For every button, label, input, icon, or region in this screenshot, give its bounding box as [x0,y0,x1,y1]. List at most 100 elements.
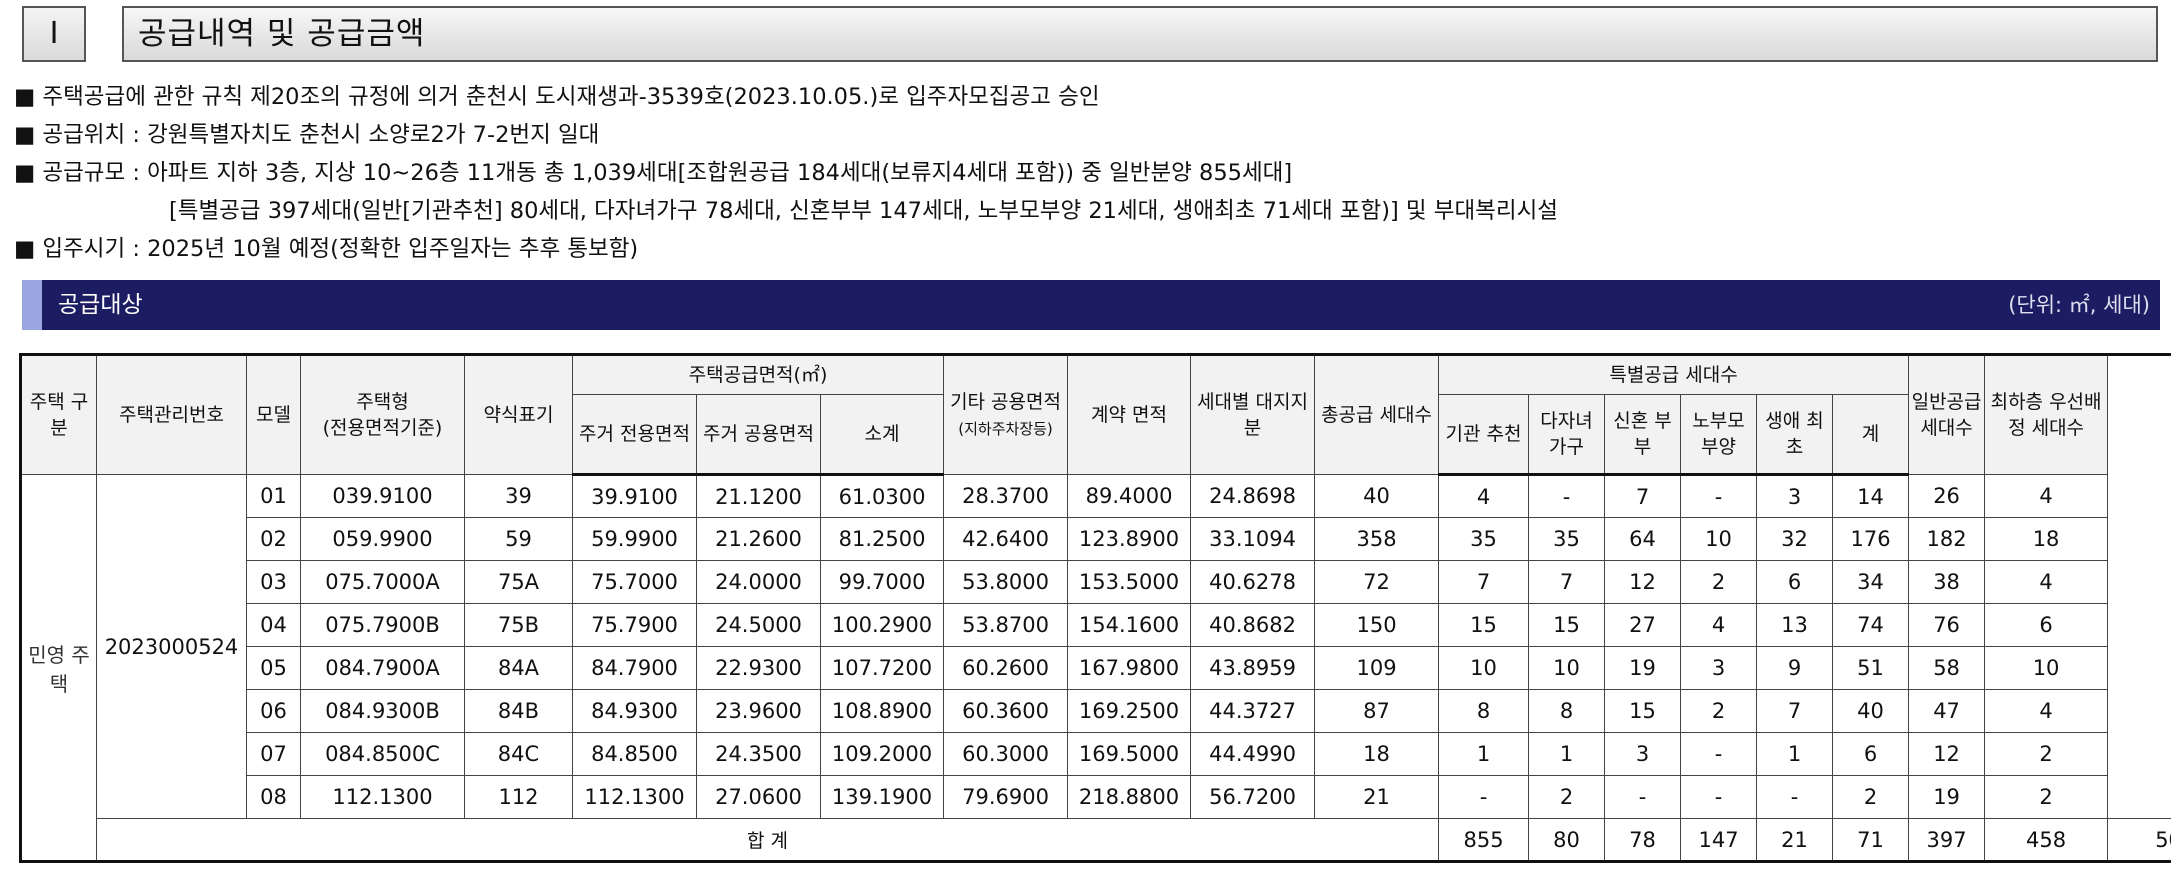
table-cell: 64 [1604,517,1682,561]
table-cell: 059.9900 [300,517,465,561]
table-cell: 21.1200 [696,474,821,518]
table-cell: 27 [1604,603,1682,647]
table-cell: 76 [1908,603,1986,647]
table-cell: 6 [1984,603,2109,647]
header-common-area: 주거 공용면적 [696,394,821,476]
table-cell: 107.7200 [819,646,945,690]
table-cell: 7 [1604,474,1682,518]
header-special-supply: 특별공급 세대수 [1438,354,1910,395]
table-cell: 84.9300 [572,689,697,733]
table-cell: - [1438,775,1530,819]
table-cell: 154.1600 [1067,603,1192,647]
table-row: 03 075.7000A 75A 75.7000 24.0000 99.7000 53.80… [21,560,2171,604]
table-cell: 084.9300B [300,689,465,733]
table-row: 04 075.7900B 75B 75.7900 24.5000 100.2900 53.8… [21,603,2171,647]
table-cell: 24.5000 [696,603,821,647]
table-cell: 24.0000 [696,560,821,604]
table-cell: 3 [1756,474,1834,518]
table-cell: 3 [1680,646,1758,690]
table-cell: 42.6400 [943,517,1069,561]
table-cell: 21 [1314,775,1440,819]
table-cell: 4 [1984,689,2109,733]
table-cell: 153.5000 [1067,560,1192,604]
table-cell: 32 [1756,517,1834,561]
total-cell: 397 [1908,818,1986,862]
table-row: 07 084.8500C 84C 84.8500 24.3500 109.2000 60.3… [21,732,2171,776]
table-cell: 112.1300 [572,775,697,819]
table-cell: 2 [1984,732,2109,776]
table-cell: 40.6278 [1190,560,1316,604]
table-cell: 358 [1314,517,1440,561]
table-cell: 10 [1984,646,2109,690]
table-cell: 03 [246,560,301,604]
header-abbrev: 약식표기 [464,354,573,475]
table-cell: 084.7900A [300,646,465,690]
table-cell: 84.8500 [572,732,697,776]
table-cell: - [1680,775,1758,819]
total-row: 합 계 8558078147217139745850 [21,818,2171,862]
table-cell: 44.3727 [1190,689,1316,733]
header-elderly: 노부모 부양 [1680,394,1758,476]
table-cell: 167.9800 [1067,646,1192,690]
table-cell: 84B [464,689,573,733]
header-institution: 기관 추천 [1438,394,1530,476]
total-cell: 78 [1604,818,1682,862]
table-cell: 7 [1528,560,1606,604]
table-cell: 39 [464,474,573,518]
table-cell: 2 [1984,775,2109,819]
table-cell: 28.3700 [943,474,1069,518]
table-cell: 18 [1314,732,1440,776]
header-supply-area: 주택공급면적(㎡) [571,354,945,395]
table-cell: 12 [1908,732,1986,776]
table-cell: 51 [1832,646,1910,690]
total-cell: 80 [1528,818,1606,862]
table-cell: 7 [1438,560,1530,604]
table-cell: 53.8000 [943,560,1069,604]
header-land-share: 세대별 대지지분 [1190,354,1316,475]
table-cell: 10 [1438,646,1530,690]
table-cell: 60.2600 [943,646,1069,690]
table-cell: 53.8700 [943,603,1069,647]
table-cell: 112 [464,775,573,819]
table-cell: 10 [1680,517,1758,561]
header-multi-child: 다자녀 가구 [1528,394,1606,476]
cell-housing-type: 민영 주택 [20,474,97,862]
table-cell: 169.2500 [1067,689,1192,733]
table-cell: 56.7200 [1190,775,1316,819]
table-cell: 139.1900 [819,775,945,819]
total-label: 합 계 [95,818,1440,862]
info-line-move-in: ■ 입주시기 : 2025년 10월 예정(정확한 입주일자는 추후 통보함) [14,236,639,262]
table-cell: 2 [1680,689,1758,733]
total-cell: 71 [1832,818,1910,862]
table-cell: 169.5000 [1067,732,1192,776]
table-cell: 75B [464,603,573,647]
header-subtotal: 소계 [819,394,945,476]
table-cell: 19 [1908,775,1986,819]
table-cell: 15 [1438,603,1530,647]
table-cell: 02 [246,517,301,561]
table-cell: 75.7000 [572,560,697,604]
header-total-supply: 총공급 세대수 [1314,354,1440,475]
table-cell: 15 [1528,603,1606,647]
table-cell: 084.8500C [300,732,465,776]
table-cell: 4 [1680,603,1758,647]
table-cell: 19 [1604,646,1682,690]
table-cell: 18 [1984,517,2109,561]
header-newlywed: 신혼 부부 [1604,394,1682,476]
table-cell: 112.1300 [300,775,465,819]
table-cell: 47 [1908,689,1986,733]
table-cell: 12 [1604,560,1682,604]
table-row: 05 084.7900A 84A 84.7900 22.9300 107.7200 60.2… [21,646,2171,690]
table-cell: 4 [1984,560,2109,604]
info-line-special-supply: [특별공급 397세대(일반[기관추천] 80세대, 다자녀가구 78세대, 신… [169,198,1558,224]
info-line-approval: ■ 주택공급에 관한 규칙 제20조의 규정에 의거 춘천시 도시재생과-353… [14,84,1100,110]
header-house-type: 주택형 (전용면적기준) [300,354,465,475]
section-accent [22,280,42,330]
table-cell: 109 [1314,646,1440,690]
supply-table: 주택 구분 주택관리번호 모델 주택형 (전용면적기준) 약식표기 주택공급면적(… [19,353,2171,863]
header-first-time: 생애 최초 [1756,394,1834,476]
table-cell: 24.3500 [696,732,821,776]
table-cell: 08 [246,775,301,819]
table-cell: 039.9100 [300,474,465,518]
table-cell: 07 [246,732,301,776]
